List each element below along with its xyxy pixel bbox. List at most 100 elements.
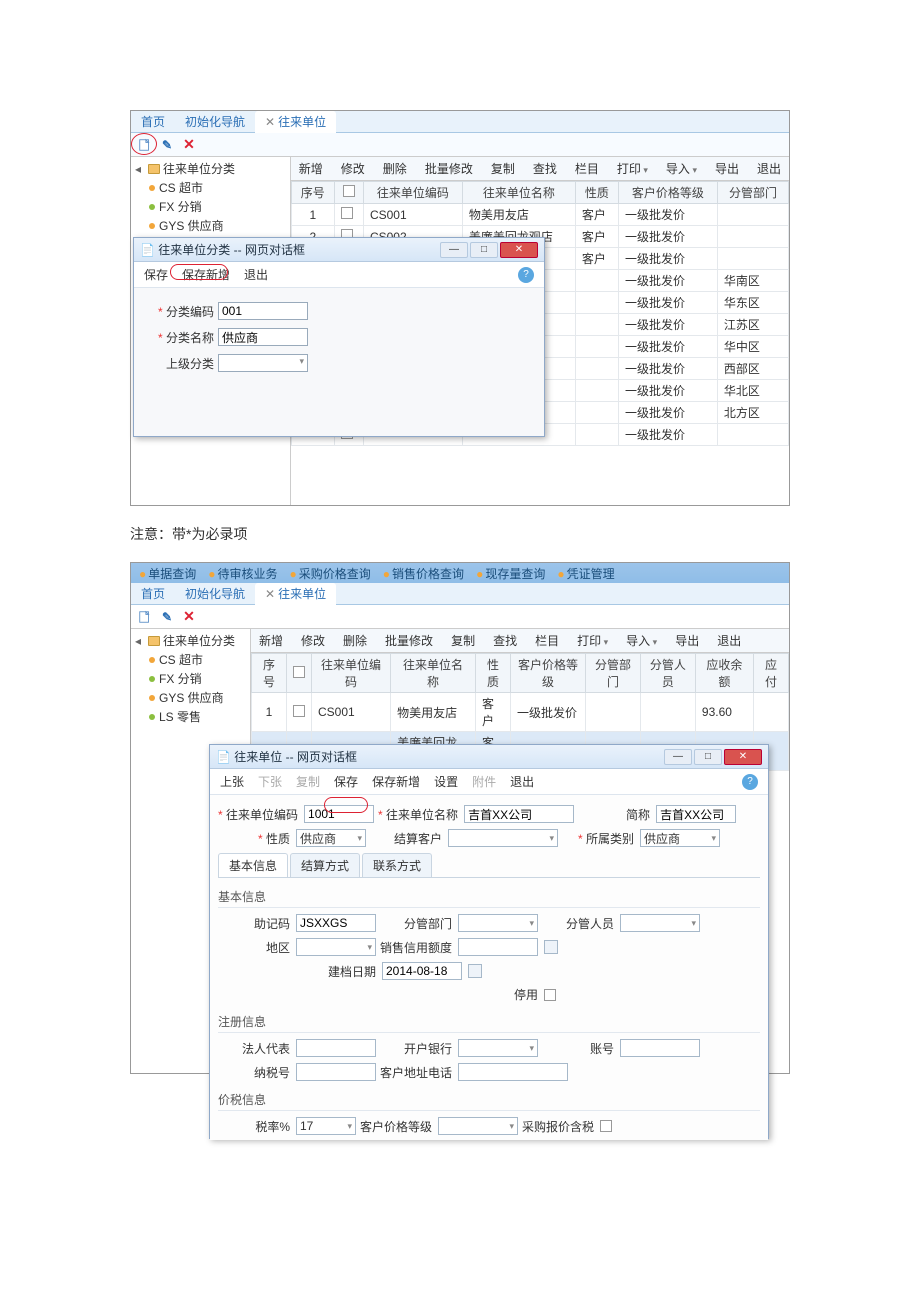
tab-home[interactable]: 首页 xyxy=(131,583,175,605)
column-header[interactable]: 往来单位编码 xyxy=(363,182,462,204)
quick-link[interactable]: ●现存量查询 xyxy=(476,565,545,582)
calendar-icon[interactable] xyxy=(544,940,558,954)
toolbar-栏目[interactable]: 栏目 xyxy=(575,160,599,177)
disable-checkbox[interactable] xyxy=(544,989,556,1001)
close-icon[interactable]: ✕ xyxy=(265,115,275,129)
exit-button[interactable]: 退出 xyxy=(244,266,268,283)
delete-icon[interactable]: ✕ xyxy=(181,609,197,625)
column-header[interactable]: 性质 xyxy=(575,182,618,204)
tab-home[interactable]: 首页 xyxy=(131,111,175,133)
toolbar-批量修改[interactable]: 批量修改 xyxy=(425,160,473,177)
quick-link[interactable]: ●采购价格查询 xyxy=(290,565,371,582)
calendar-icon[interactable] xyxy=(468,964,482,978)
tree-item[interactable]: CS 超市 xyxy=(135,178,286,197)
column-header[interactable]: 客户价格等级 xyxy=(618,182,717,204)
toolbar-导入[interactable]: 导入 xyxy=(666,160,697,177)
exit-button[interactable]: 退出 xyxy=(510,773,534,790)
column-header[interactable]: 往来单位名称 xyxy=(391,654,476,693)
help-icon[interactable]: ? xyxy=(742,774,758,790)
save-button[interactable]: 保存 xyxy=(334,773,358,790)
bank-select[interactable] xyxy=(458,1039,538,1057)
date-input[interactable] xyxy=(382,962,462,980)
toolbar-批量修改[interactable]: 批量修改 xyxy=(385,632,433,649)
dept-select[interactable] xyxy=(458,914,538,932)
tree-item[interactable]: GYS 供应商 xyxy=(135,688,246,707)
column-header[interactable]: 序号 xyxy=(252,654,287,693)
column-header[interactable]: 性质 xyxy=(476,654,511,693)
save-new-button[interactable]: 保存新增 xyxy=(182,266,230,283)
parent-select[interactable] xyxy=(218,354,308,372)
toolbar-新增[interactable]: 新增 xyxy=(259,632,283,649)
subtab-contact[interactable]: 联系方式 xyxy=(362,853,432,877)
quick-link[interactable]: ●待审核业务 xyxy=(208,565,277,582)
toolbar-查找[interactable]: 查找 xyxy=(493,632,517,649)
prev-button[interactable]: 上张 xyxy=(220,773,244,790)
next-button[interactable]: 下张 xyxy=(258,773,282,790)
tree-item[interactable]: LS 零售 xyxy=(135,707,246,726)
tab-init[interactable]: 初始化导航 xyxy=(175,111,255,133)
code-input[interactable] xyxy=(218,302,308,320)
acct-input[interactable] xyxy=(620,1039,700,1057)
code-input[interactable] xyxy=(304,805,374,823)
toolbar-新增[interactable]: 新增 xyxy=(299,160,323,177)
toolbar-导出[interactable]: 导出 xyxy=(675,632,699,649)
tree-item[interactable]: FX 分销 xyxy=(135,669,246,688)
checkbox[interactable] xyxy=(343,185,355,197)
close-icon[interactable]: ✕ xyxy=(500,242,538,258)
edit-icon[interactable]: ✎ xyxy=(159,609,175,625)
column-header[interactable]: 分管部门 xyxy=(585,654,640,693)
minimize-icon[interactable]: — xyxy=(664,749,692,765)
table-row[interactable]: 1CS001物美用友店客户一级批发价93.60 xyxy=(252,693,789,732)
collapse-icon[interactable]: ◂ xyxy=(135,162,145,176)
checkbox[interactable] xyxy=(293,705,305,717)
quick-link[interactable]: ●凭证管理 xyxy=(557,565,614,582)
column-header[interactable]: 往来单位编码 xyxy=(312,654,391,693)
cat-select[interactable]: 供应商 xyxy=(640,829,720,847)
legal-input[interactable] xyxy=(296,1039,376,1057)
toolbar-退出[interactable]: 退出 xyxy=(717,632,741,649)
toolbar-退出[interactable]: 退出 xyxy=(757,160,781,177)
tab-unit[interactable]: ✕往来单位 xyxy=(255,111,336,133)
new-icon[interactable] xyxy=(137,609,153,625)
tree-root[interactable]: ◂往来单位分类 xyxy=(135,159,286,178)
mnemonic-input[interactable] xyxy=(296,914,376,932)
maximize-icon[interactable]: □ xyxy=(470,242,498,258)
tel-input[interactable] xyxy=(458,1063,568,1081)
column-header[interactable] xyxy=(334,182,363,204)
settle-select[interactable] xyxy=(448,829,558,847)
delete-icon[interactable]: ✕ xyxy=(181,137,197,153)
column-header[interactable]: 应付 xyxy=(753,654,788,693)
help-icon[interactable]: ? xyxy=(518,267,534,283)
credit-input[interactable] xyxy=(458,938,538,956)
column-header[interactable]: 应收余额 xyxy=(695,654,753,693)
save-button[interactable]: 保存 xyxy=(144,266,168,283)
quick-link[interactable]: ●销售价格查询 xyxy=(383,565,464,582)
taxno-input[interactable] xyxy=(296,1063,376,1081)
toolbar-打印[interactable]: 打印 xyxy=(577,632,608,649)
subtab-basic[interactable]: 基本信息 xyxy=(218,853,288,877)
level-select[interactable] xyxy=(438,1117,518,1135)
close-icon[interactable]: ✕ xyxy=(265,587,275,601)
toolbar-导出[interactable]: 导出 xyxy=(715,160,739,177)
toolbar-修改[interactable]: 修改 xyxy=(301,632,325,649)
save-new-button[interactable]: 保存新增 xyxy=(372,773,420,790)
tree-root[interactable]: ◂往来单位分类 xyxy=(135,631,246,650)
column-header[interactable]: 分管部门 xyxy=(717,182,788,204)
toolbar-修改[interactable]: 修改 xyxy=(341,160,365,177)
toolbar-删除[interactable]: 删除 xyxy=(343,632,367,649)
tree-item[interactable]: GYS 供应商 xyxy=(135,216,286,235)
maximize-icon[interactable]: □ xyxy=(694,749,722,765)
column-header[interactable]: 分管人员 xyxy=(640,654,695,693)
attach-button[interactable]: 附件 xyxy=(472,773,496,790)
subtab-settle[interactable]: 结算方式 xyxy=(290,853,360,877)
collapse-icon[interactable]: ◂ xyxy=(135,634,145,648)
tree-item[interactable]: CS 超市 xyxy=(135,650,246,669)
toolbar-栏目[interactable]: 栏目 xyxy=(535,632,559,649)
rate-select[interactable]: 17 xyxy=(296,1117,356,1135)
name-input[interactable] xyxy=(464,805,574,823)
tab-unit[interactable]: ✕往来单位 xyxy=(255,583,336,605)
close-icon[interactable]: ✕ xyxy=(724,749,762,765)
incl-checkbox[interactable] xyxy=(600,1120,612,1132)
checkbox[interactable] xyxy=(293,666,305,678)
nature-select[interactable]: 供应商 xyxy=(296,829,366,847)
